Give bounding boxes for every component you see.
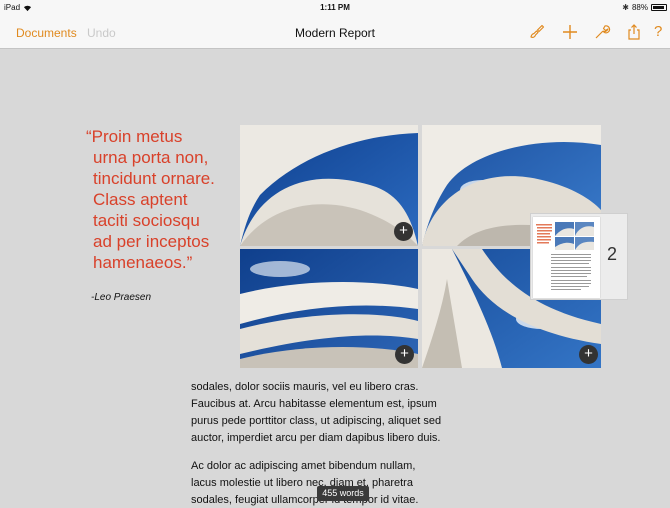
quote-line: tincidunt ornare.	[93, 169, 215, 188]
word-count-badge[interactable]: 455 words	[317, 486, 369, 501]
battery-fill	[653, 6, 664, 9]
help-icon[interactable]: ?	[654, 23, 670, 41]
photo-bottom-left[interactable]: +	[240, 249, 418, 368]
status-time: 1:11 PM	[320, 3, 350, 12]
quote-author: -Leo Praesen	[91, 292, 152, 303]
photo-top-left[interactable]: +	[240, 125, 418, 246]
battery-icon	[651, 4, 667, 11]
body-line: auctor, imperdiet arcu per diam dapibus …	[191, 432, 441, 444]
wrench-icon[interactable]	[593, 23, 611, 41]
status-bar: iPad 1:11 PM ✱ 88%	[0, 0, 670, 16]
body-line: Faucibus at. Arcu habitasse elementum es…	[191, 398, 437, 410]
body-paragraph-1[interactable]: sodales, dolor sociis mauris, vel eu lib…	[191, 379, 491, 447]
body-line: sodales, dolor sociis mauris, vel eu lib…	[191, 381, 419, 393]
page-number: 2	[607, 244, 618, 264]
share-icon[interactable]	[625, 23, 643, 41]
quote-line: ad per inceptos	[93, 232, 210, 251]
body-line: purus pede porttitor class, ut adipiscin…	[191, 415, 442, 427]
page-navigator[interactable]: 2	[530, 213, 628, 300]
quote-line: taciti sociosqu	[93, 211, 200, 230]
page-thumbnail[interactable]	[533, 217, 600, 298]
pull-quote[interactable]: “Proin metus urna porta non, tincidunt o…	[86, 126, 246, 273]
battery-percent: 88%	[631, 3, 648, 12]
quote-line: “Proin metus	[86, 127, 183, 146]
paintbrush-icon[interactable]	[528, 23, 546, 41]
status-right: ✱ 88%	[622, 3, 667, 12]
add-image-button[interactable]: +	[395, 345, 414, 364]
quote-line: hamenaeos.”	[93, 253, 193, 272]
toolbar: Documents Undo Modern Report ?	[0, 16, 670, 49]
quote-line: urna porta non,	[93, 148, 209, 167]
add-image-button[interactable]: +	[579, 345, 598, 364]
plus-icon[interactable]	[561, 23, 579, 41]
bluetooth-icon: ✱	[622, 3, 629, 12]
add-image-button[interactable]: +	[394, 222, 413, 241]
body-line: Ac dolor ac adipiscing amet bibendum nul…	[191, 460, 416, 472]
quote-line: Class aptent	[93, 190, 188, 209]
